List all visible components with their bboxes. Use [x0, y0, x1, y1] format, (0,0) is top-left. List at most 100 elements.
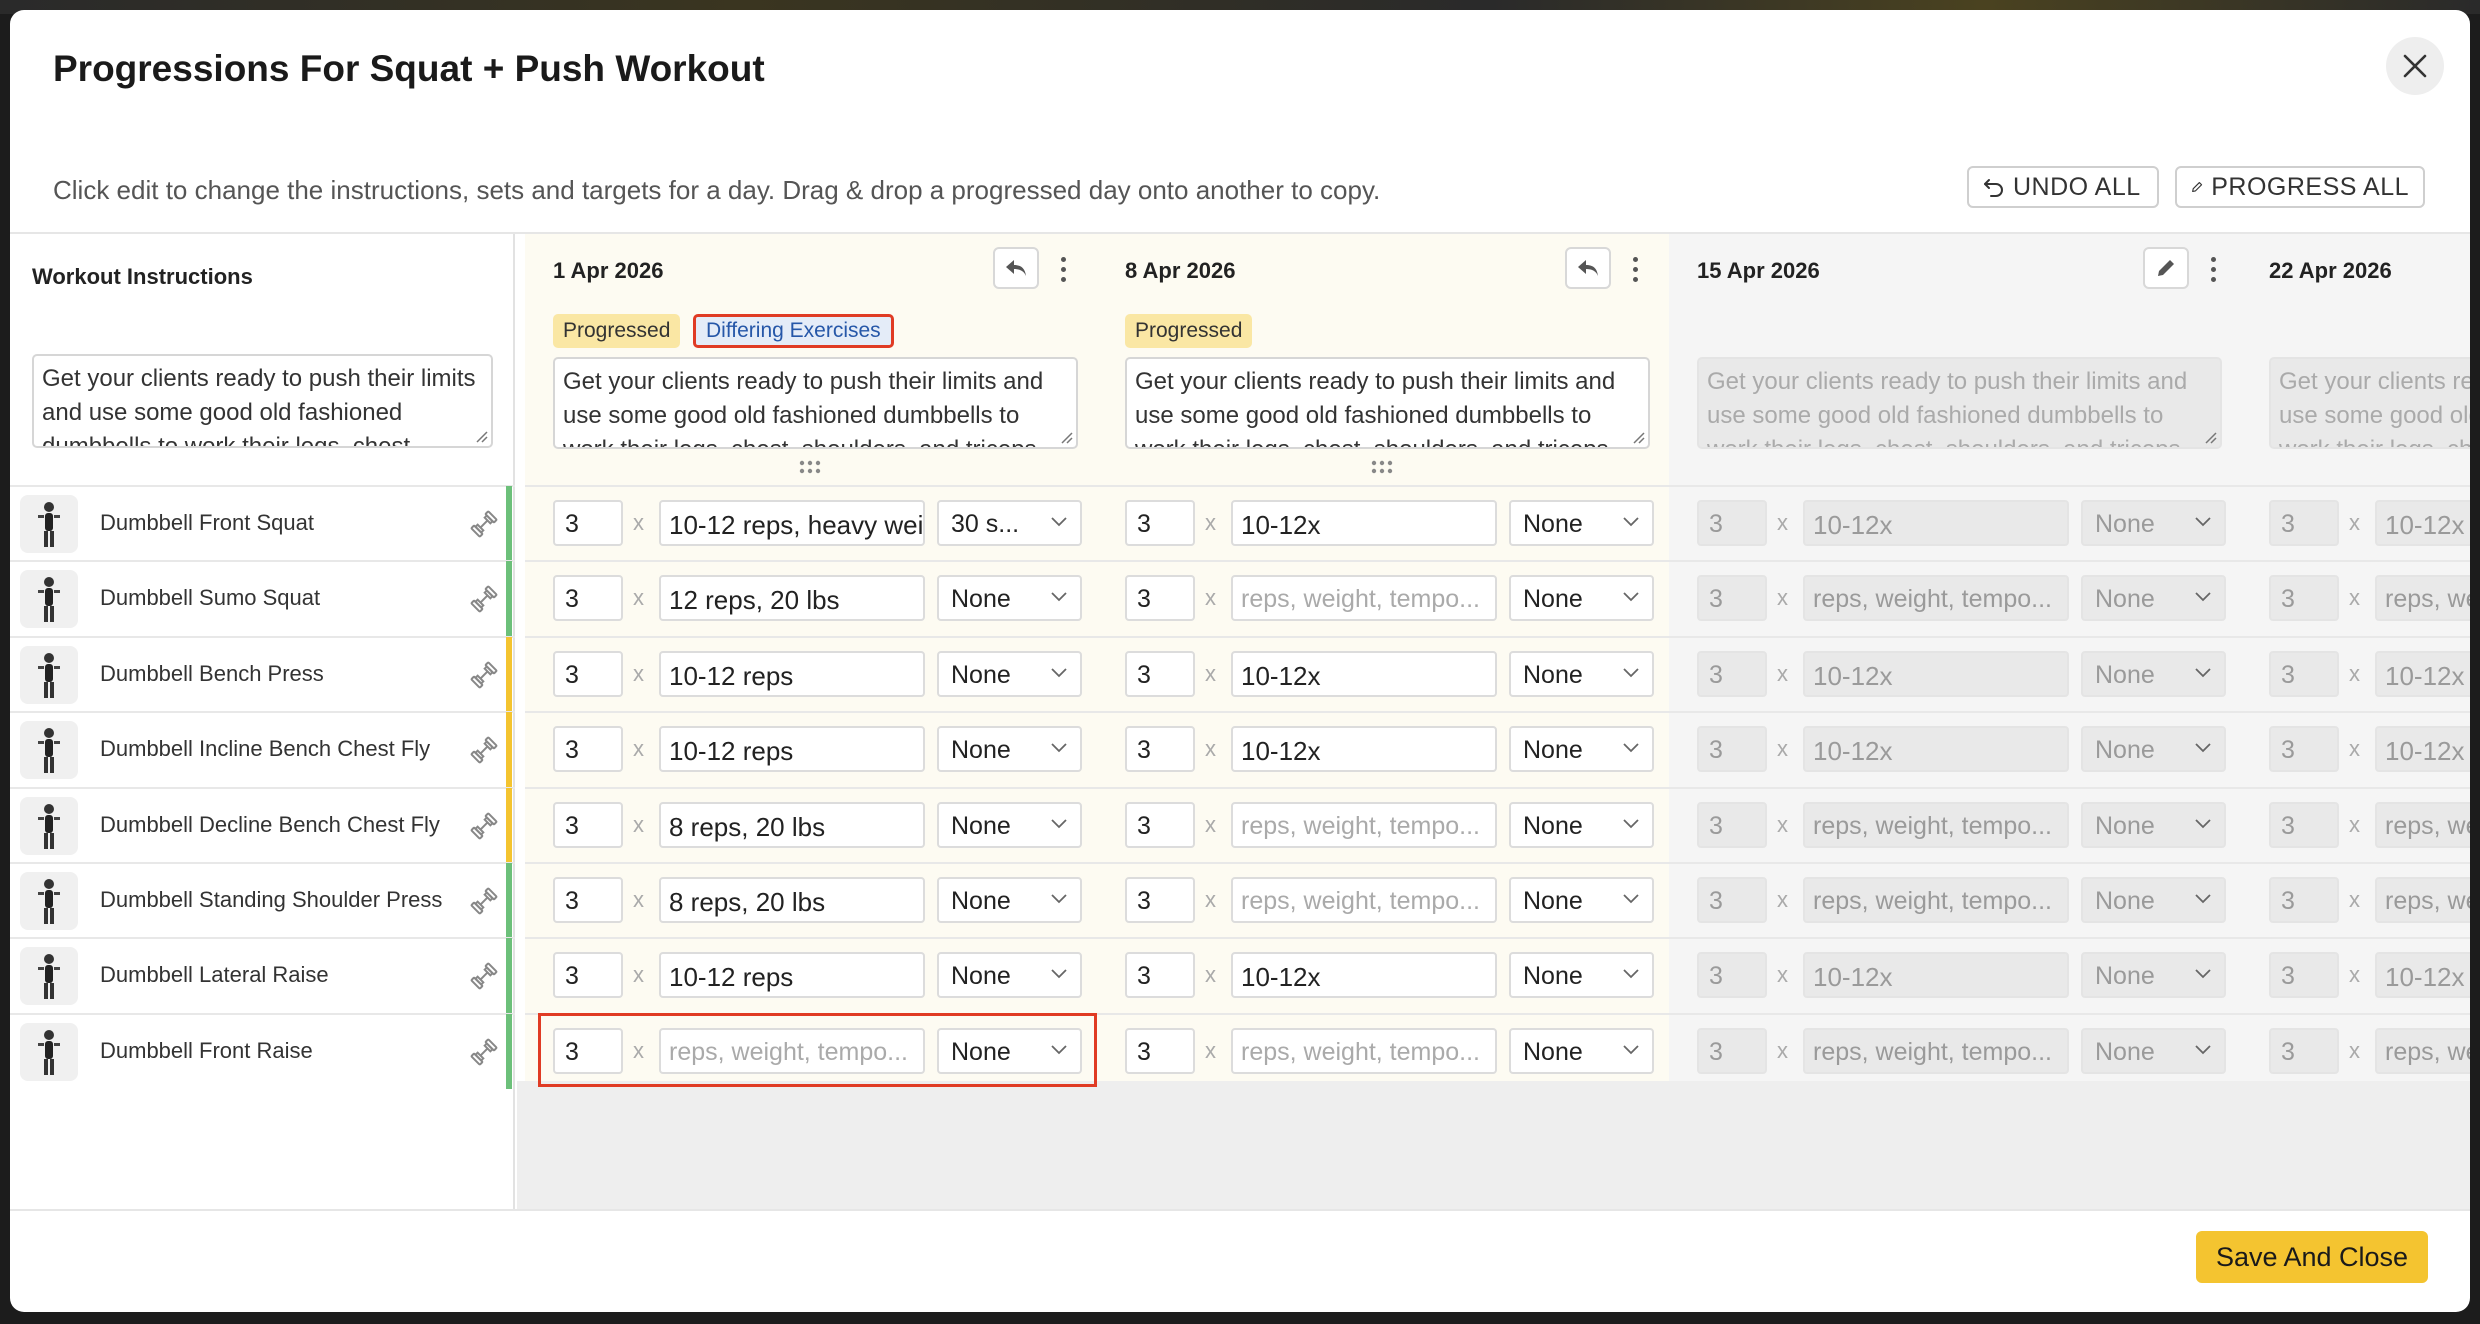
chevron-down-icon — [1623, 743, 1639, 753]
rest-select[interactable]: None — [1509, 575, 1654, 622]
rest-select[interactable]: None — [1509, 801, 1654, 848]
sets-input[interactable]: 3 — [1125, 726, 1195, 773]
target-input[interactable]: reps, weight, tempo... — [1231, 801, 1497, 848]
sets-input[interactable]: 3 — [553, 1027, 623, 1074]
target-input[interactable]: 10-12x — [1231, 726, 1497, 773]
resize-grip-icon[interactable] — [1059, 430, 1073, 444]
day-instructions-field[interactable]: Get your clients ready to push their lim… — [1125, 357, 1650, 449]
times-symbol: x — [2349, 887, 2360, 912]
save-and-close-button[interactable]: Save And Close — [2196, 1231, 2428, 1283]
rest-select[interactable]: None — [937, 650, 1082, 697]
target-input[interactable]: 8 reps, 20 lbs — [659, 877, 925, 923]
resize-grip-icon[interactable] — [474, 429, 488, 443]
drag-handle-icon[interactable] — [1370, 459, 1394, 475]
sets-input[interactable]: 3 — [553, 952, 623, 999]
target-input[interactable]: 10-12 reps — [659, 726, 925, 773]
dumbbell-icon[interactable] — [468, 734, 500, 766]
rest-select[interactable]: None — [937, 877, 1082, 923]
rest-select[interactable]: None — [1509, 1027, 1654, 1074]
close-button[interactable] — [2386, 37, 2444, 95]
resize-grip-icon[interactable] — [1631, 430, 1645, 444]
target-input[interactable]: 8 reps, 20 lbs — [659, 801, 925, 848]
exercise-status-bar — [506, 863, 512, 938]
resize-grip-icon[interactable] — [2203, 430, 2217, 444]
rest-select[interactable]: None — [937, 1027, 1082, 1074]
target-input[interactable]: reps, weight, tempo... — [659, 1027, 925, 1074]
target-input[interactable]: 10-12x — [1231, 650, 1497, 697]
undo-day-button[interactable] — [993, 247, 1039, 289]
exercise-row[interactable]: Dumbbell Lateral Raise — [10, 938, 515, 1014]
sets-input[interactable]: 3 — [1125, 801, 1195, 848]
sets-input[interactable]: 3 — [553, 500, 623, 546]
rest-select[interactable]: None — [1509, 500, 1654, 546]
undo-all-button[interactable]: UNDO ALL — [1967, 166, 2159, 208]
chevron-down-icon — [1051, 818, 1067, 828]
rest-select[interactable]: None — [937, 801, 1082, 848]
dumbbell-icon[interactable] — [468, 583, 500, 615]
day-menu-kebab[interactable] — [1055, 254, 1071, 284]
sets-input[interactable]: 3 — [1125, 952, 1195, 999]
target-input[interactable]: 10-12 reps — [659, 650, 925, 697]
athlete-figure-icon — [38, 879, 60, 924]
rest-select[interactable]: None — [1509, 952, 1654, 999]
sets-input[interactable]: 3 — [1125, 500, 1195, 546]
dumbbell-icon[interactable] — [468, 810, 500, 842]
exercise-name: Dumbbell Front Squat — [100, 510, 314, 535]
dumbbell-icon[interactable] — [468, 659, 500, 691]
times-symbol: x — [633, 887, 644, 912]
differing-exercises-badge[interactable]: Differing Exercises — [693, 314, 894, 348]
rest-select[interactable]: None — [937, 726, 1082, 773]
set-row: 3 x reps, weight, tempo... None — [1669, 788, 2241, 863]
dumbbell-icon[interactable] — [468, 960, 500, 992]
dumbbell-icon[interactable] — [468, 508, 500, 540]
target-input[interactable]: 10-12 reps — [659, 952, 925, 999]
dumbbell-icon[interactable] — [468, 885, 500, 917]
target-input[interactable]: reps, weight, tempo... — [1231, 1027, 1497, 1074]
sets-input[interactable]: 3 — [553, 877, 623, 923]
rest-select[interactable]: None — [937, 575, 1082, 622]
target-input[interactable]: 10-12x — [1231, 952, 1497, 999]
exercise-row[interactable]: Dumbbell Standing Shoulder Press — [10, 863, 515, 938]
exercise-row[interactable]: Dumbbell Bench Press — [10, 636, 515, 712]
workout-instructions-field[interactable]: Get your clients ready to push their lim… — [32, 354, 493, 448]
drag-handle-icon[interactable] — [798, 459, 822, 475]
day-menu-kebab[interactable] — [1627, 254, 1643, 284]
target-input[interactable]: reps, weight, tempo... — [1231, 877, 1497, 923]
exercise-row[interactable]: Dumbbell Sumo Squat — [10, 561, 515, 637]
day-instructions-field[interactable]: Get your clients ready to push their lim… — [553, 357, 1078, 449]
sets-input: 3 — [1697, 801, 1767, 848]
sets-input[interactable]: 3 — [1125, 877, 1195, 923]
exercise-row[interactable]: Dumbbell Decline Bench Chest Fly — [10, 787, 515, 863]
chevron-down-icon — [1051, 894, 1067, 904]
rest-select[interactable]: None — [1509, 650, 1654, 697]
sets-input[interactable]: 3 — [553, 575, 623, 622]
rest-select[interactable]: None — [937, 952, 1082, 999]
target-input[interactable]: 12 reps, 20 lbs — [659, 575, 925, 622]
rest-select[interactable]: None — [1509, 877, 1654, 923]
set-row: 3 x 10-12x None — [1669, 938, 2241, 1013]
day-menu-kebab[interactable] — [2205, 254, 2221, 284]
edit-day-button[interactable] — [2143, 247, 2189, 289]
rest-select[interactable]: 30 s... — [937, 500, 1082, 546]
dumbbell-icon[interactable] — [468, 1036, 500, 1068]
exercise-row[interactable]: Dumbbell Front Squat — [10, 486, 515, 561]
sets-input[interactable]: 3 — [1125, 1027, 1195, 1074]
instruction-hint: Click edit to change the instructions, s… — [53, 175, 1381, 205]
set-row: 3 x 10-12x None — [1669, 712, 2241, 787]
exercise-row[interactable]: Dumbbell Front Raise — [10, 1013, 515, 1089]
sets-input[interactable]: 3 — [553, 650, 623, 697]
target-input[interactable]: 10-12x — [1231, 500, 1497, 546]
progress-all-button[interactable]: PROGRESS ALL — [2175, 166, 2425, 208]
target-input[interactable]: reps, weight, tempo... — [1231, 575, 1497, 622]
undo-day-button[interactable] — [1565, 247, 1611, 289]
rest-select: None — [2081, 877, 2226, 923]
target-input[interactable]: 10-12 reps, heavy weight — [659, 500, 925, 546]
workout-instructions-text: Get your clients ready to push their lim… — [42, 365, 476, 448]
sets-input[interactable]: 3 — [553, 801, 623, 848]
sets-input[interactable]: 3 — [553, 726, 623, 773]
rest-select[interactable]: None — [1509, 726, 1654, 773]
sets-input[interactable]: 3 — [1125, 650, 1195, 697]
exercise-row[interactable]: Dumbbell Incline Bench Chest Fly — [10, 712, 515, 788]
sets-input[interactable]: 3 — [1125, 575, 1195, 622]
times-symbol: x — [1777, 585, 1788, 611]
